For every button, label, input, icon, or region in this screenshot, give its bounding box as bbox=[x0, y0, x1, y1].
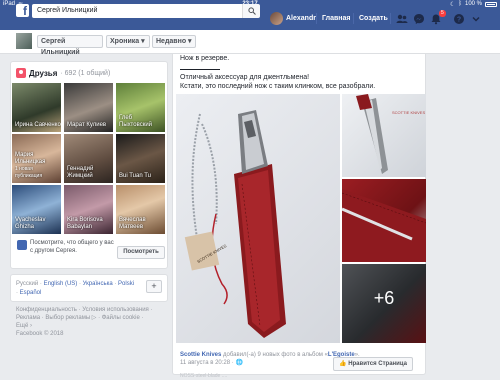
timeline-label: Хроника bbox=[110, 38, 140, 45]
see-mutual-button[interactable]: Посмотреть bbox=[117, 246, 165, 259]
notification-badge: 5 bbox=[439, 10, 446, 17]
user-avatar[interactable] bbox=[270, 12, 283, 25]
facebook-logo-icon[interactable]: f bbox=[16, 4, 29, 17]
friend-tile[interactable]: Kira Borisova Babaylan bbox=[64, 185, 113, 234]
friend-name: Kira Borisova Babaylan bbox=[67, 217, 103, 230]
cut-off-text-part: .... bbox=[221, 373, 228, 379]
chevron-down-icon[interactable] bbox=[470, 13, 482, 25]
timeline-button[interactable]: Хроника ▾ bbox=[106, 35, 150, 48]
messenger-icon[interactable] bbox=[413, 13, 425, 25]
battery-icon bbox=[485, 1, 497, 7]
friend-name: Мария Ильницкая bbox=[15, 152, 46, 165]
friend-tile[interactable]: Ирина Савченко bbox=[12, 83, 61, 132]
friend-tile[interactable]: Геннадий Жимцкий bbox=[64, 134, 113, 183]
language-link[interactable]: Polski bbox=[118, 281, 134, 287]
friends-icon bbox=[16, 68, 26, 78]
recent-label: Недавно bbox=[156, 38, 187, 45]
mutual-friends-icon bbox=[17, 240, 27, 250]
friend-new-posts: 1 новая публикация bbox=[15, 166, 43, 179]
mutual-friends-text: Посмотрите, что общего у вас с другом Се… bbox=[30, 240, 114, 254]
post-text-line: Кстати, это последний нож с таким клинко… bbox=[180, 83, 376, 90]
home-link[interactable]: Главная bbox=[322, 8, 350, 30]
caret-down-icon: ▾ bbox=[141, 38, 145, 45]
photo-brand-text: SCOTTIE KNIVES bbox=[392, 110, 425, 115]
friend-tile[interactable]: Мария Ильницкая 1 новая публикация bbox=[12, 134, 61, 183]
like-page-label: Нравится Страница bbox=[348, 361, 407, 367]
friends-count: · 692 (1 общий) bbox=[60, 69, 111, 77]
footer-copyright: Facebook © 2018 bbox=[16, 331, 64, 337]
nav-divider bbox=[353, 13, 354, 24]
side-photo-more[interactable]: +6 bbox=[342, 264, 426, 343]
create-link[interactable]: Создать bbox=[359, 8, 388, 30]
profile-name-button[interactable]: Сергей Ильницкий bbox=[37, 35, 103, 56]
more-photos-count: +6 bbox=[373, 288, 395, 308]
friends-header[interactable]: Друзья · 692 (1 общий) bbox=[16, 68, 110, 78]
side-photo[interactable]: SCOTTIE KNIVES bbox=[342, 94, 426, 177]
language-current: Русский bbox=[16, 281, 39, 287]
globe-icon: 🌐 bbox=[235, 360, 243, 366]
footer-line[interactable]: Конфиденциальность · Условия использован… bbox=[16, 306, 166, 314]
footer-links: Конфиденциальность · Условия использован… bbox=[16, 306, 166, 338]
search-button[interactable] bbox=[242, 4, 260, 18]
caret-down-icon: ▾ bbox=[188, 38, 192, 45]
friend-name: Bui Tuan Tu bbox=[119, 173, 152, 179]
friend-requests-icon[interactable] bbox=[396, 13, 408, 25]
add-language-button[interactable]: + bbox=[146, 280, 162, 293]
sheath-closeup-image bbox=[342, 189, 426, 262]
friend-name: Глеб Пыхтовский bbox=[119, 115, 153, 128]
nav-divider bbox=[390, 13, 391, 24]
post-text-line: Отличный аксессуар для джентльмена! bbox=[180, 74, 310, 81]
friends-title: Друзья bbox=[29, 68, 58, 78]
thumbs-up-icon: 👍 bbox=[339, 361, 349, 367]
page-author-link[interactable]: Scottie Knives bbox=[180, 352, 221, 358]
profile-link[interactable]: Alexandr bbox=[286, 8, 316, 30]
side-photo[interactable] bbox=[342, 179, 426, 262]
post-date[interactable]: 11 августа в 20:28 · bbox=[180, 360, 234, 366]
like-page-button[interactable]: 👍 Нравится Страница bbox=[333, 357, 413, 371]
recent-button[interactable]: Недавно ▾ bbox=[152, 35, 196, 48]
added-photos-text: добавил(-а) 9 новых фото в альбом « bbox=[223, 352, 328, 358]
post-text-line: Нож в резерве. bbox=[180, 55, 230, 62]
language-list: Русский · English (US) · Українська · Po… bbox=[16, 281, 135, 296]
profile-avatar[interactable] bbox=[16, 33, 32, 49]
friend-tile[interactable]: Vyacheslav Ghizha bbox=[12, 185, 61, 234]
friend-name: Марат Кулиев bbox=[67, 122, 107, 128]
knife-blade-image: SCOTTIE KNIVES bbox=[356, 94, 425, 174]
nav-divider bbox=[316, 13, 317, 24]
language-link[interactable]: Українська bbox=[83, 281, 113, 287]
language-link[interactable]: English (US) bbox=[44, 281, 78, 287]
main-photo[interactable]: SCOTTIE KNIVES bbox=[176, 94, 340, 343]
cut-off-text: NOSS-steel-blade .... bbox=[180, 372, 360, 380]
cut-off-text-part: NOSS-steel-blade bbox=[180, 373, 221, 379]
friend-tile[interactable]: Глеб Пыхтовский bbox=[116, 83, 165, 132]
knife-sheath-image: SCOTTIE KNIVES bbox=[184, 110, 286, 338]
friend-tile[interactable]: Марат Кулиев bbox=[64, 83, 113, 132]
help-icon[interactable]: ? bbox=[453, 13, 465, 25]
post-separator bbox=[180, 69, 220, 70]
search-icon bbox=[248, 7, 256, 15]
footer-line[interactable]: Ещё › bbox=[16, 322, 166, 330]
friend-name: Vyacheslav Ghizha bbox=[15, 217, 46, 230]
language-link[interactable]: Español bbox=[20, 290, 42, 296]
friend-tile[interactable]: Вячеслав Матвеев bbox=[116, 185, 165, 234]
footer-line[interactable]: Реклама · Выбор рекламы ▷ · Файлы cookie… bbox=[16, 314, 166, 322]
svg-text:?: ? bbox=[457, 17, 461, 24]
friend-name: Вячеслав Матвеев bbox=[119, 217, 146, 230]
friend-name: Геннадий Жимцкий bbox=[67, 166, 94, 179]
friend-tile[interactable]: Bui Tuan Tu bbox=[116, 134, 165, 183]
friend-name: Ирина Савченко bbox=[15, 122, 61, 128]
search-input[interactable]: Сергей Ильницкий bbox=[32, 4, 254, 18]
